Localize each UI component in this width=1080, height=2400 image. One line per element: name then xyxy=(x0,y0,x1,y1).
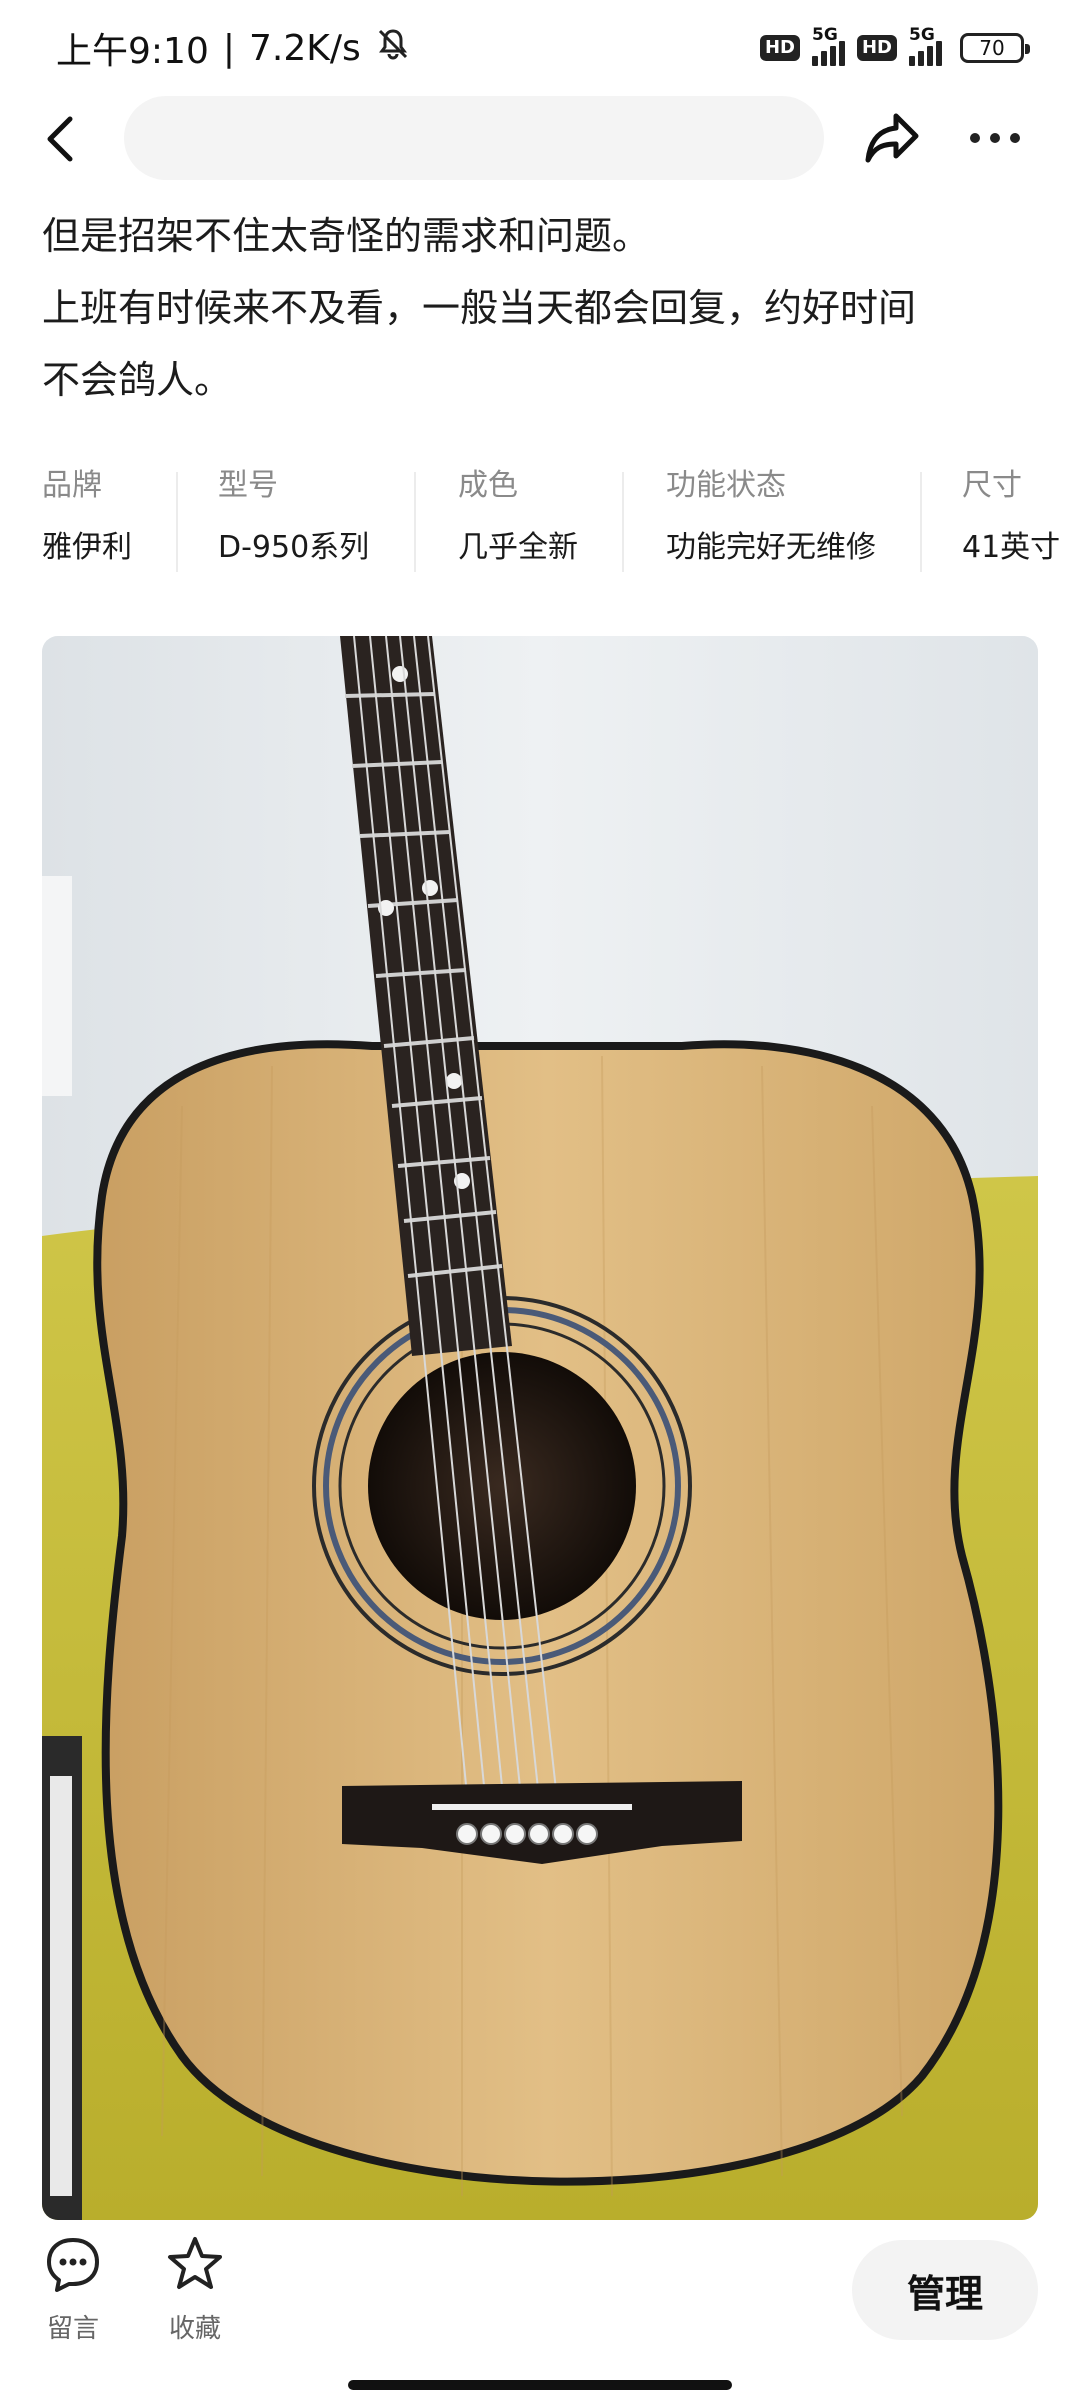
description-line-2: 上班有时候来不及看，一般当天都会回复，约好时间 xyxy=(42,286,917,330)
spec-value: 41英寸 xyxy=(962,530,1061,565)
spec-divider xyxy=(176,472,178,572)
product-photo[interactable] xyxy=(42,636,1038,2220)
share-icon xyxy=(865,113,919,163)
description-line-3: 不会鸽人。 xyxy=(42,358,233,402)
signal-icon-2: 5G xyxy=(909,25,942,66)
back-icon xyxy=(47,116,73,162)
spec-divider xyxy=(414,472,416,572)
spec-value: 雅伊利 xyxy=(42,530,132,565)
title-placeholder-bar xyxy=(124,96,824,180)
bottom-action-bar: 留言 收藏 管理 xyxy=(0,2222,1080,2400)
spec-brand: 品牌 雅伊利 xyxy=(42,462,132,582)
battery-indicator: 70 xyxy=(960,33,1030,63)
favorite-button[interactable]: 收藏 xyxy=(140,2234,250,2345)
spec-function-status: 功能状态 功能完好无维修 xyxy=(666,462,876,582)
spec-value: 功能完好无维修 xyxy=(666,530,876,565)
star-icon xyxy=(168,2237,222,2289)
guitar-image xyxy=(42,636,1038,2220)
network-label-1: 5G xyxy=(811,24,838,45)
status-bar: 上午9:10 | 7.2K/s HD 5G HD 5G 70 xyxy=(0,0,1080,96)
more-icon xyxy=(970,133,980,143)
back-button[interactable] xyxy=(40,104,90,174)
listing-page: 上午9:10 | 7.2K/s HD 5G HD 5G 70 但是招架不住太奇怪… xyxy=(0,0,1080,2400)
spec-condition: 成色 几乎全新 xyxy=(458,462,578,582)
mute-icon xyxy=(375,26,411,71)
hd-badge-2: HD xyxy=(856,35,897,61)
comment-icon xyxy=(47,2238,99,2292)
signal-icon-1: 5G xyxy=(811,25,845,66)
spec-value: D-950系列 xyxy=(218,530,370,565)
share-button[interactable] xyxy=(860,106,924,170)
more-button[interactable] xyxy=(960,106,1030,170)
spec-table: 品牌 雅伊利 型号 D-950系列 成色 几乎全新 功能状态 功能完好无维修 尺… xyxy=(0,462,1080,582)
spec-label: 成色 xyxy=(458,468,518,503)
network-label-2: 5G xyxy=(909,24,935,45)
spec-divider xyxy=(920,472,922,572)
spec-model: 型号 D-950系列 xyxy=(218,462,369,582)
favorite-label: 收藏 xyxy=(168,2314,221,2344)
comment-button[interactable]: 留言 xyxy=(18,2234,128,2345)
status-speed: 7.2K/s xyxy=(248,27,361,69)
spec-label: 尺寸 xyxy=(962,468,1022,503)
spec-size: 尺寸 41英寸 xyxy=(962,462,1060,582)
spec-label: 型号 xyxy=(218,468,278,503)
spec-label: 品牌 xyxy=(42,468,102,503)
spec-value: 几乎全新 xyxy=(458,530,578,565)
comment-label: 留言 xyxy=(46,2314,99,2344)
status-time: 上午9:10 xyxy=(56,31,209,72)
hd-badge-1: HD xyxy=(759,35,800,61)
home-indicator[interactable] xyxy=(348,2380,732,2390)
item-description: 但是招架不住太奇怪的需求和问题。 上班有时候来不及看，一般当天都会回复，约好时间… xyxy=(42,200,1042,416)
spec-label: 功能状态 xyxy=(666,468,786,503)
nav-bar xyxy=(0,96,1080,186)
manage-button[interactable]: 管理 xyxy=(852,2240,1038,2340)
status-divider: | xyxy=(222,27,235,69)
spec-divider xyxy=(622,472,624,572)
description-line-1: 但是招架不住太奇怪的需求和问题。 xyxy=(42,214,651,258)
